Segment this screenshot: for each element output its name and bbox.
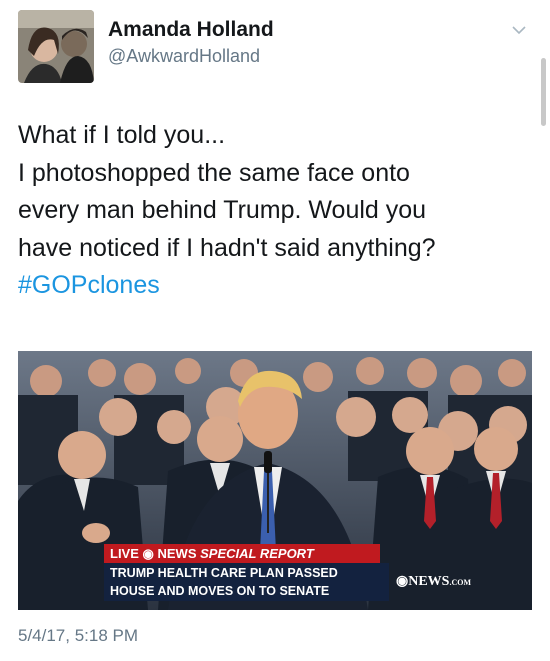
avatar[interactable] [18,10,94,83]
tweet-line: every man behind Trump. Would you [18,196,427,224]
eye-logo-icon: ◉ [396,574,409,589]
network-logo: ◉NEWS.COM [396,568,506,596]
hashtag-link[interactable]: #GOPclones [18,267,528,305]
chevron-down-icon[interactable] [511,24,527,36]
news-lower-third: LIVE ◉ NEWS SPECIAL REPORT TRUMP HEALTH … [104,544,524,602]
tweet-line: I photoshopped the same face onto [18,158,410,187]
avatar-photo-icon [18,10,94,83]
tweet-line: have noticed if I hadn't said anything? [18,233,436,262]
headline-line: HOUSE AND MOVES ON TO SENATE [110,584,330,598]
user-handle[interactable]: @AwkwardHolland [108,46,260,67]
banner-network: NEWS [157,546,197,561]
eye-logo-icon: ◉ [142,546,154,561]
tweet-text: What if I told you... I photoshopped the… [18,117,528,305]
scrollbar[interactable] [541,58,546,126]
news-banner: LIVE ◉ NEWS SPECIAL REPORT [104,544,380,563]
tweet-timestamp[interactable]: 5/4/17, 5:18 PM [18,626,138,646]
banner-special: SPECIAL REPORT [200,546,314,561]
headline-line: TRUMP HEALTH CARE PLAN PASSED [110,566,338,580]
tweet-media[interactable]: LIVE ◉ NEWS SPECIAL REPORT TRUMP HEALTH … [18,351,532,610]
tweet-card: Amanda Holland @AwkwardHolland What if I… [0,0,550,661]
tweet-line: What if I told you... [18,121,226,149]
logo-suffix: .COM [449,578,472,587]
banner-live: LIVE [110,546,139,561]
news-headline: TRUMP HEALTH CARE PLAN PASSED HOUSE AND … [104,563,389,601]
display-name[interactable]: Amanda Holland [108,18,274,42]
logo-text: NEWS [408,574,450,589]
